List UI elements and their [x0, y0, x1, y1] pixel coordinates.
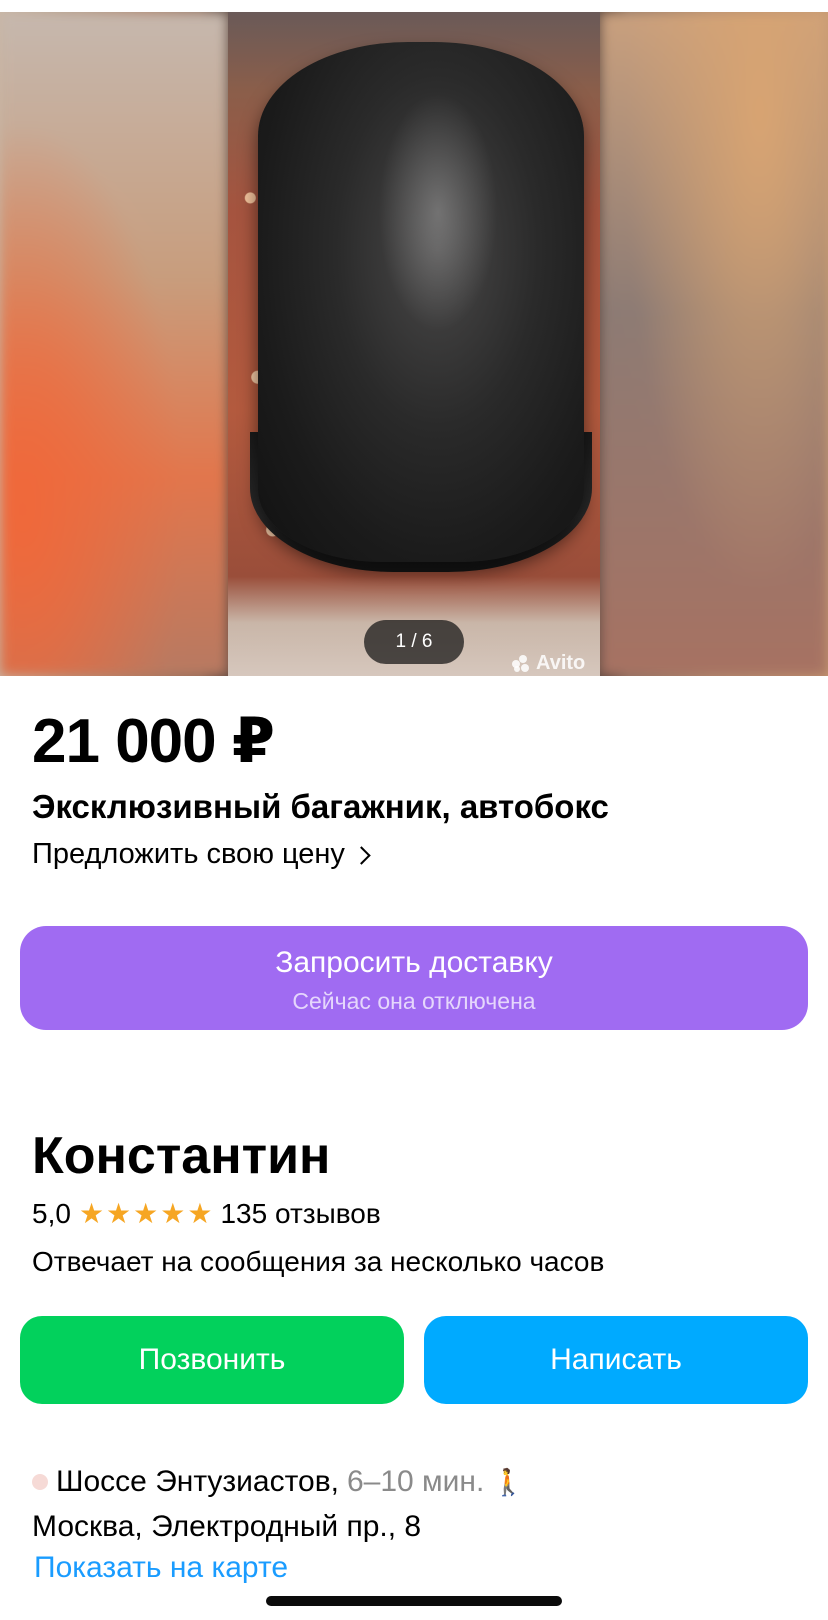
address: Москва, Электродный пр., 8	[32, 1510, 422, 1543]
avito-watermark-text: Avito	[536, 652, 586, 674]
avito-watermark: Avito	[512, 652, 585, 675]
request-delivery-label: Запросить доставку	[275, 946, 553, 979]
home-indicator[interactable]	[266, 1596, 562, 1606]
star-icon: ★	[106, 1198, 132, 1229]
metro-station-name: Шоссе Энтузиастов,	[56, 1465, 339, 1498]
listing-price: 21 000 ₽	[32, 707, 275, 776]
request-delivery-button[interactable]: Запросить доставку Сейчас она отключена	[20, 926, 808, 1030]
listing-title: Эксклюзивный багажник, автобокс	[32, 788, 609, 825]
roof-box-shine	[378, 92, 498, 332]
star-icon: ★	[160, 1198, 186, 1229]
show-on-map-link[interactable]: Показать на карте	[34, 1551, 288, 1585]
chevron-right-icon	[352, 846, 371, 865]
metro-line-icon	[32, 1474, 48, 1490]
seller-rating[interactable]: 5,0 ★ ★ ★ ★ ★ 135 отзывов	[32, 1198, 381, 1230]
call-button[interactable]: Позвонить	[20, 1316, 404, 1404]
photo-counter: 1 / 6	[364, 620, 464, 664]
walking-person-icon: 🚶	[492, 1466, 525, 1497]
offer-price-label: Предложить свою цену	[32, 838, 345, 870]
rating-value: 5,0	[32, 1198, 71, 1229]
metro-station: Шоссе Энтузиастов, 6–10 мин. 🚶	[32, 1465, 525, 1499]
reviews-count: 135 отзывов	[220, 1198, 381, 1229]
offer-price-link[interactable]: Предложить свою цену	[32, 838, 371, 871]
request-delivery-sublabel: Сейчас она отключена	[292, 988, 536, 1014]
message-button[interactable]: Написать	[424, 1316, 808, 1404]
seller-response-time: Отвечает на сообщения за несколько часов	[32, 1246, 605, 1277]
avito-logo-icon	[512, 654, 532, 673]
star-icon: ★	[78, 1198, 105, 1229]
star-icon: ★	[187, 1198, 213, 1229]
seller-name[interactable]: Константин	[32, 1126, 330, 1186]
rating-stars: ★ ★ ★ ★ ★	[79, 1200, 213, 1228]
star-icon: ★	[133, 1198, 159, 1229]
metro-walk-time: 6–10 мин.	[346, 1465, 485, 1498]
listing-photo[interactable]	[228, 12, 600, 676]
photo-gallery[interactable]: 1 / 6 Avito	[0, 12, 828, 676]
